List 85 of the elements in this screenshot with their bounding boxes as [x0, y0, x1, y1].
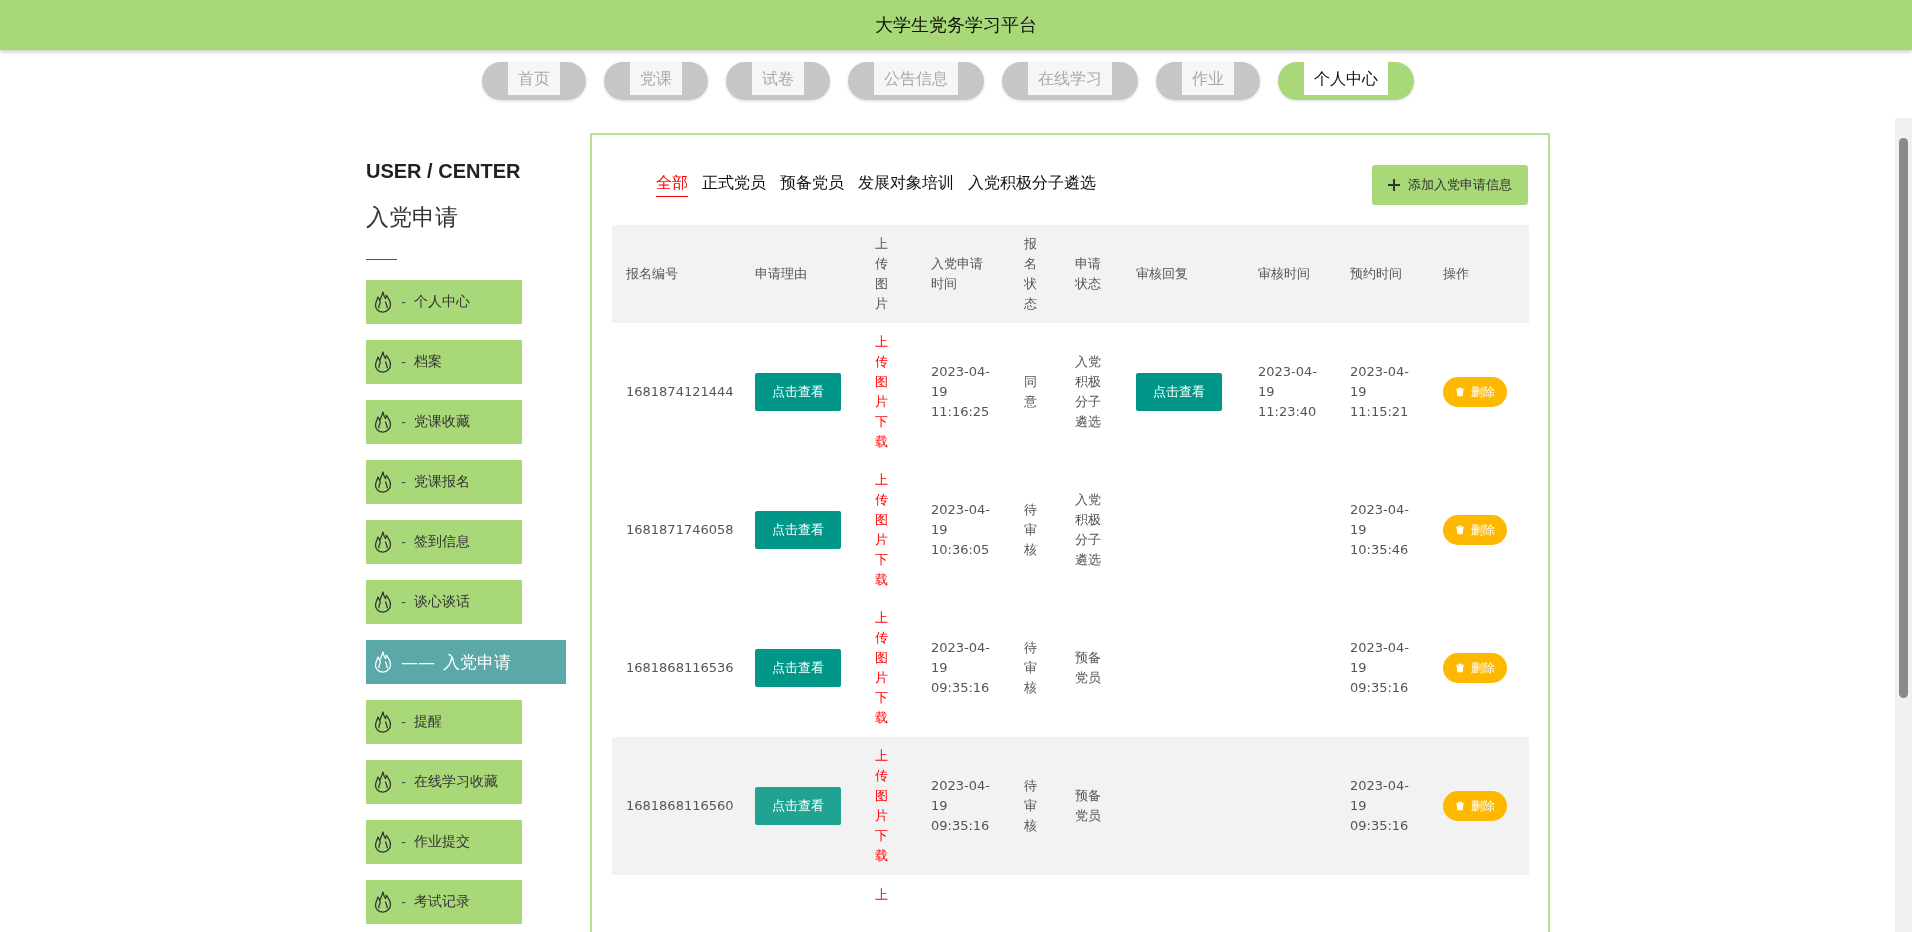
table-cell-text: 1681868116536 — [626, 659, 734, 677]
download-link[interactable]: 上 — [875, 885, 888, 905]
download-link[interactable]: 上传图片下载 — [875, 470, 888, 590]
sidebar-item[interactable]: —— 入党申请 — [366, 640, 566, 684]
sidebar-item[interactable]: - 作业提交 — [366, 820, 522, 864]
section-title: 入党申请 — [366, 203, 459, 232]
filter-tab[interactable]: 发展对象培训 — [858, 173, 954, 197]
sidebar-item[interactable]: - 党课收藏 — [366, 400, 522, 444]
scrollbar[interactable] — [1895, 118, 1912, 932]
column-header: 申请状态 — [1075, 255, 1101, 293]
sidebar-item[interactable]: - 档案 — [366, 340, 522, 384]
table-cell-text: 2023-04-19 11:16:25 — [931, 363, 991, 421]
flame-icon — [373, 711, 393, 733]
trash-icon — [1455, 525, 1465, 535]
table-cell-text: 待审核 — [1024, 501, 1037, 559]
nav-tab[interactable]: 党课 — [603, 62, 708, 100]
sidebar-item[interactable]: - 在线学习收藏 — [366, 760, 522, 804]
trash-icon — [1455, 387, 1465, 397]
nav-tab[interactable]: 首页 — [481, 62, 586, 100]
column-header: 报名编号 — [626, 265, 678, 283]
flame-icon — [373, 351, 393, 373]
nav-tab[interactable]: 个人中心 — [1277, 62, 1414, 100]
trash-icon — [1455, 663, 1465, 673]
table-cell-text: 2023-04-19 09:35:16 — [931, 777, 991, 835]
table-cell-text: 2023-04-19 10:35:46 — [1350, 501, 1410, 559]
sidebar-item[interactable]: - 党课报名 — [366, 460, 522, 504]
view-button[interactable]: 点击查看 — [755, 649, 841, 687]
table-cell-text: 2023-04-19 11:23:40 — [1258, 363, 1318, 421]
column-header: 申请理由 — [755, 265, 807, 283]
table-cell-text: 1681874121444 — [626, 383, 734, 401]
table-cell-text: 2023-04-19 10:36:05 — [931, 501, 991, 559]
flame-icon — [373, 291, 393, 313]
download-link[interactable]: 上传图片下载 — [875, 746, 888, 866]
flame-icon — [373, 411, 393, 433]
column-header: 操作 — [1443, 265, 1469, 283]
table-cell-text: 待审核 — [1024, 777, 1037, 835]
flame-icon — [373, 591, 393, 613]
flame-icon — [373, 831, 393, 853]
section-heading: USER / CENTER — [366, 160, 522, 183]
add-button[interactable]: 添加入党申请信息 — [1372, 165, 1528, 205]
flame-icon — [373, 891, 393, 913]
filter-tab[interactable]: 正式党员 — [702, 173, 766, 197]
column-header: 审核回复 — [1136, 265, 1188, 283]
table-cell-text: 入党积极分子遴选 — [1075, 491, 1101, 569]
table-cell-text: 2023-04-19 09:35:16 — [1350, 639, 1410, 697]
download-link[interactable]: 上传图片下载 — [875, 608, 888, 728]
filter-tab[interactable]: 预备党员 — [780, 173, 844, 197]
view-button[interactable]: 点击查看 — [1136, 373, 1222, 411]
column-header: 审核时间 — [1258, 265, 1310, 283]
table-cell-text: 2023-04-19 11:15:21 — [1350, 363, 1410, 421]
view-button[interactable]: 点击查看 — [755, 787, 841, 825]
flame-icon — [373, 471, 393, 493]
table-cell-text: 预备党员 — [1075, 787, 1101, 825]
nav-tab[interactable]: 在线学习 — [1001, 62, 1138, 100]
site-title: 大学生党务学习平台 — [875, 13, 1037, 37]
table-cell-text: 1681871746058 — [626, 521, 734, 539]
download-link[interactable]: 上传图片下载 — [875, 332, 888, 452]
table-cell-text: 1681868116560 — [626, 797, 734, 815]
table-cell-text: 2023-04-19 09:35:16 — [931, 639, 991, 697]
column-header: 报名状态 — [1024, 235, 1037, 313]
nav-tab[interactable]: 公告信息 — [847, 62, 984, 100]
plus-icon — [1388, 179, 1400, 191]
view-button[interactable]: 点击查看 — [755, 373, 841, 411]
table-cell-text: 2023-04-19 09:35:16 — [1350, 777, 1410, 835]
nav-tab[interactable]: 试卷 — [725, 62, 830, 100]
sidebar-item[interactable]: - 谈心谈话 — [366, 580, 522, 624]
view-button[interactable]: 点击查看 — [755, 511, 841, 549]
table-cell-text: 同意 — [1024, 373, 1037, 411]
flame-icon — [373, 651, 393, 673]
nav-tab[interactable]: 作业 — [1155, 62, 1260, 100]
filter-tab[interactable]: 全部 — [656, 173, 688, 197]
filter-tab[interactable]: 入党积极分子遴选 — [968, 173, 1096, 197]
trash-icon — [1455, 801, 1465, 811]
sidebar-item[interactable]: - 提醒 — [366, 700, 522, 744]
column-header: 上传图片 — [875, 235, 888, 313]
sidebar-item[interactable]: - 考试记录 — [366, 880, 522, 924]
sidebar-item[interactable]: - 签到信息 — [366, 520, 522, 564]
flame-icon — [373, 531, 393, 553]
table-cell-text: 预备党员 — [1075, 649, 1101, 687]
table-cell-text: 待审核 — [1024, 639, 1037, 697]
column-header: 预约时间 — [1350, 265, 1402, 283]
sidebar-item[interactable]: - 个人中心 — [366, 280, 522, 324]
table-cell-text: 入党积极分子遴选 — [1075, 353, 1101, 431]
flame-icon — [373, 771, 393, 793]
column-header: 入党申请时间 — [931, 255, 983, 293]
